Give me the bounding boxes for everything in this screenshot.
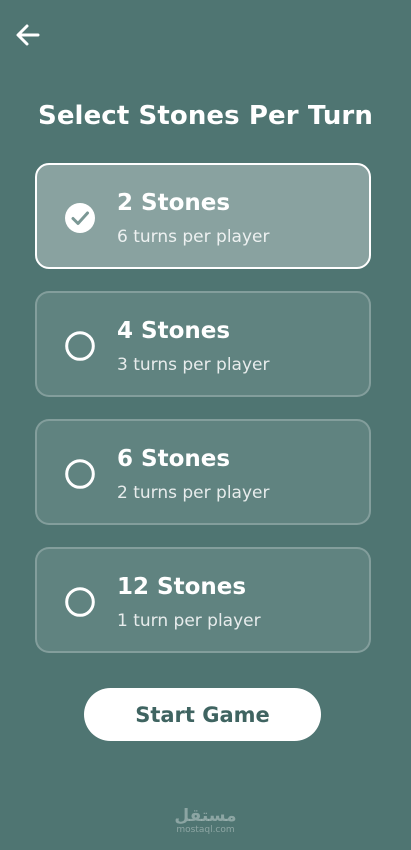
radio-unchecked-icon xyxy=(65,587,95,617)
option-title: 2 Stones xyxy=(117,190,231,216)
option-title: 12 Stones xyxy=(117,574,247,600)
page-title: Select Stones Per Turn xyxy=(38,101,373,131)
back-button[interactable] xyxy=(14,21,42,49)
option-subtitle: 6 turns per player xyxy=(117,227,270,247)
option-4-stones[interactable]: 4 Stones 3 turns per player xyxy=(35,291,371,397)
watermark-logo: مستقل mostaql.com xyxy=(0,808,411,835)
option-subtitle: 2 turns per player xyxy=(117,483,270,503)
option-12-stones[interactable]: 12 Stones 1 turn per player xyxy=(35,547,371,653)
arrow-left-icon xyxy=(16,24,40,46)
watermark-latin: mostaql.com xyxy=(176,825,235,835)
start-game-button[interactable]: Start Game xyxy=(84,688,321,741)
option-2-stones[interactable]: 2 Stones 6 turns per player xyxy=(35,163,371,269)
option-subtitle: 1 turn per player xyxy=(117,611,261,631)
check-circle-icon xyxy=(65,203,95,233)
option-title: 4 Stones xyxy=(117,318,231,344)
radio-unchecked-icon xyxy=(65,459,95,489)
option-subtitle: 3 turns per player xyxy=(117,355,270,375)
option-6-stones[interactable]: 6 Stones 2 turns per player xyxy=(35,419,371,525)
option-title: 6 Stones xyxy=(117,446,231,472)
watermark-arabic: مستقل xyxy=(174,806,237,826)
stone-options-list: 2 Stones 6 turns per player 4 Stones 3 t… xyxy=(35,163,371,675)
radio-unchecked-icon xyxy=(65,331,95,361)
